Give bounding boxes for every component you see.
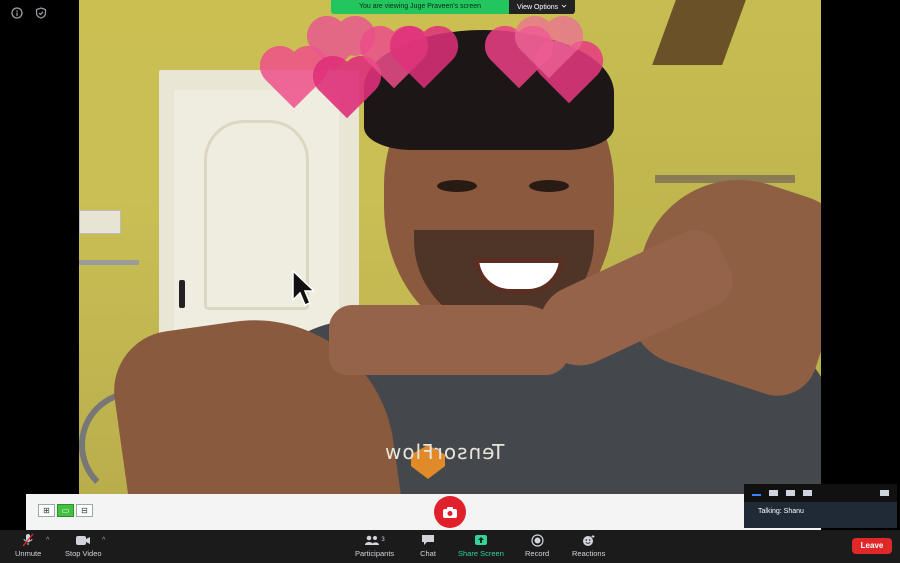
- chevron-down-icon: [561, 3, 567, 11]
- leave-button[interactable]: Leave: [852, 538, 892, 554]
- record-button[interactable]: Record: [525, 533, 549, 558]
- viewing-banner: You are viewing Juge Praveen's screen Vi…: [331, 0, 576, 14]
- talking-panel: Talking: Shanu: [744, 484, 897, 528]
- stop-video-button[interactable]: Stop Video: [65, 533, 102, 558]
- chat-icon: [419, 533, 437, 547]
- stop-video-label: Stop Video: [65, 549, 102, 558]
- chat-label: Chat: [420, 549, 436, 558]
- wall-rod: [79, 260, 139, 265]
- record-icon: [528, 533, 546, 547]
- talking-panel-controls: [744, 484, 897, 502]
- chat-button[interactable]: Chat: [419, 533, 437, 558]
- share-screen-button[interactable]: Share Screen: [458, 533, 504, 558]
- filmstrip-layout-icon[interactable]: ⊟: [76, 504, 93, 517]
- gallery-icon[interactable]: [803, 490, 812, 496]
- video-options-caret-icon[interactable]: ^: [102, 537, 105, 544]
- layout-buttons: ⊞ ▭ ⊟: [38, 504, 93, 517]
- speaker-strip-icon[interactable]: [786, 490, 795, 496]
- info-icon[interactable]: [10, 6, 24, 20]
- meeting-toolbar: Unmute ^ Stop Video ^ 3 Participants Cha…: [0, 530, 900, 563]
- participants-icon: 3: [360, 533, 390, 547]
- screen-share-bar: ⊞ ▭ ⊟: [26, 494, 821, 530]
- mouse-cursor-icon: [292, 270, 314, 306]
- video-camera-icon: [74, 533, 92, 547]
- camera-icon: [443, 506, 457, 518]
- door-handle: [179, 280, 185, 308]
- view-options-label: View Options: [517, 3, 559, 11]
- shirt-logo-text: TensorFlow: [384, 440, 505, 464]
- participants-button[interactable]: 3 Participants: [355, 533, 394, 558]
- fit-layout-icon[interactable]: ▭: [57, 504, 74, 517]
- right-eye: [529, 180, 569, 192]
- left-hand: [329, 305, 569, 375]
- talking-label: Talking: Shanu: [758, 508, 804, 515]
- participants-label: Participants: [355, 549, 395, 558]
- snapshot-button[interactable]: [434, 496, 466, 528]
- top-left-icons: [10, 6, 48, 20]
- viewing-banner-text: You are viewing Juge Praveen's screen: [331, 0, 509, 14]
- shared-screen-video: TensorFlow: [79, 0, 821, 494]
- security-shield-icon[interactable]: [34, 6, 48, 20]
- muted-mic-icon: [19, 533, 37, 547]
- light-switch: [79, 210, 121, 234]
- grid-layout-icon[interactable]: ⊞: [38, 504, 55, 517]
- single-video-icon[interactable]: [769, 490, 778, 496]
- reactions-button[interactable]: Reactions: [572, 533, 605, 558]
- participants-count: 3: [381, 537, 385, 543]
- share-screen-label: Share Screen: [458, 549, 504, 558]
- record-label: Record: [525, 549, 550, 558]
- share-screen-icon: [472, 533, 490, 547]
- unmute-button[interactable]: Unmute: [15, 533, 41, 558]
- audio-options-caret-icon[interactable]: ^: [46, 537, 49, 544]
- unmute-label: Unmute: [15, 549, 42, 558]
- left-eye: [437, 180, 477, 192]
- pip-icon[interactable]: [880, 490, 889, 496]
- smiley-plus-icon: [580, 533, 598, 547]
- reactions-label: Reactions: [572, 549, 606, 558]
- minimize-icon[interactable]: [752, 494, 761, 496]
- view-options-button[interactable]: View Options: [509, 0, 576, 14]
